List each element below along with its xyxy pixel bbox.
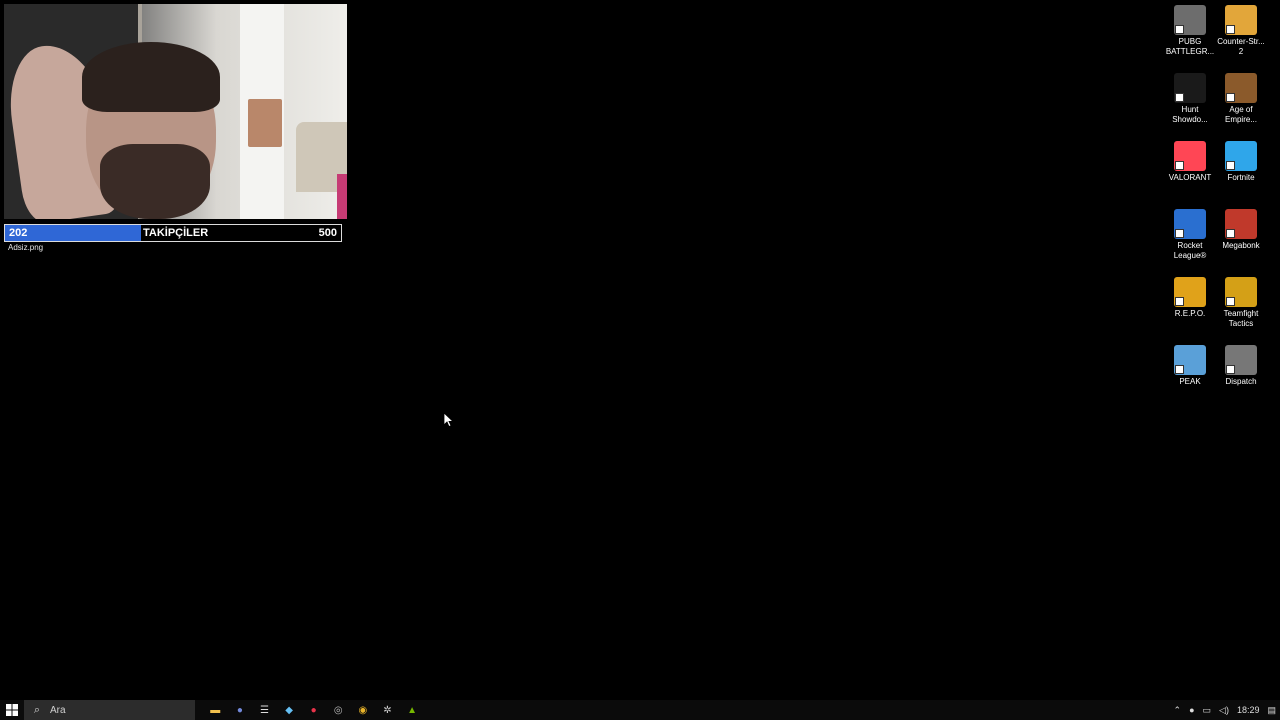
taskbar-clock[interactable]: 18:29 <box>1233 705 1264 715</box>
desktop-icon-age-of-empires[interactable]: Age of Empire... <box>1215 73 1267 125</box>
peak-icon <box>1174 345 1206 375</box>
counter-strike-icon <box>1225 5 1257 35</box>
desktop-icon-label: Counter-Str... 2 <box>1217 37 1265 56</box>
webcam-person-hair <box>82 42 220 112</box>
shortcut-arrow-icon <box>1226 297 1235 306</box>
shortcut-arrow-icon <box>1175 93 1184 102</box>
teamfight-tactics-icon <box>1225 277 1257 307</box>
webcam-pillow <box>337 174 347 219</box>
desktop-icon-label: Megabonk <box>1222 241 1260 250</box>
dispatch-icon <box>1225 345 1257 375</box>
taskbar-pinned-apps: ▬ ● ☰ ◆ ● ◎ ◉ ✲ ▲ <box>203 700 424 720</box>
taskbar-search-box[interactable]: ⌕ Ara <box>24 700 195 720</box>
system-tray: ⌃ ● ▭ ◁) 18:29 ▤ <box>1170 700 1280 720</box>
desktop-icon-label: VALORANT <box>1168 173 1212 182</box>
desktop-icon-label: PEAK <box>1179 377 1201 386</box>
fortnite-icon <box>1225 141 1257 171</box>
start-button[interactable] <box>0 700 24 720</box>
search-placeholder: Ara <box>50 704 66 716</box>
shortcut-arrow-icon <box>1226 365 1235 374</box>
follower-current-count: 202 <box>9 227 28 239</box>
file-explorer-icon[interactable]: ▬ <box>203 700 228 720</box>
rocket-league-icon <box>1174 209 1206 239</box>
shortcut-arrow-icon <box>1226 161 1235 170</box>
desktop-icon-label: Rocket League® <box>1173 241 1207 260</box>
shortcut-arrow-icon <box>1175 297 1184 306</box>
desktop-icon-valorant[interactable]: VALORANT <box>1164 141 1216 183</box>
chevron-up-icon[interactable]: ⌃ <box>1170 705 1186 716</box>
desktop-icon-label: R.E.P.O. <box>1174 309 1206 318</box>
discord-icon[interactable]: ● <box>228 700 253 720</box>
desktop-icon-teamfight-tactics[interactable]: Teamfight Tactics <box>1215 277 1267 329</box>
desktop-icon-rocket-league[interactable]: Rocket League® <box>1164 209 1216 261</box>
search-icon: ⌕ <box>33 703 41 716</box>
chrome-icon[interactable]: ◉ <box>351 700 376 720</box>
desktop-icon-fortnite[interactable]: Fortnite <box>1215 141 1267 183</box>
follower-goal-count: 500 <box>318 227 337 239</box>
desktop-icon-label: Age of Empire... <box>1224 105 1257 124</box>
valorant-icon <box>1174 141 1206 171</box>
network-icon[interactable]: ▭ <box>1199 705 1216 716</box>
desktop-icon-repo[interactable]: R.E.P.O. <box>1164 277 1216 319</box>
desktop-icon-label: Hunt Showdo... <box>1172 105 1208 124</box>
volume-icon[interactable]: ◁) <box>1215 705 1233 716</box>
follower-goal-bar: 202 TAKİPÇİLER 500 <box>4 224 342 242</box>
shortcut-arrow-icon <box>1175 25 1184 34</box>
shortcut-arrow-icon <box>1175 229 1184 238</box>
microphone-icon[interactable]: ● <box>1185 705 1198 715</box>
desktop-icon-pubg[interactable]: PUBG BATTLEGR... <box>1164 5 1216 57</box>
shortcut-arrow-icon <box>1175 161 1184 170</box>
webcam-overlay <box>4 4 347 219</box>
epic-games-icon[interactable]: ☰ <box>252 700 277 720</box>
pubg-icon <box>1174 5 1206 35</box>
desktop-icon-counter-strike[interactable]: Counter-Str... 2 <box>1215 5 1267 57</box>
repo-icon <box>1174 277 1206 307</box>
desktop-icon-label: Fortnite <box>1227 173 1255 182</box>
desktop-icon-megabonk[interactable]: Megabonk <box>1215 209 1267 251</box>
desktop-icon-peak[interactable]: PEAK <box>1164 345 1216 387</box>
shortcut-arrow-icon <box>1226 93 1235 102</box>
shortcut-arrow-icon <box>1226 25 1235 34</box>
taskbar: ⌕ Ara ▬ ● ☰ ◆ ● ◎ ◉ ✲ ▲ ⌃ ● ▭ ◁) 18:29 ▤ <box>0 700 1280 720</box>
follower-label: TAKİPÇİLER <box>143 227 209 239</box>
settings-icon[interactable]: ✲ <box>375 700 400 720</box>
desktop-icon-label: Teamfight Tactics <box>1223 309 1259 328</box>
desktop-icon-label: PUBG BATTLEGR... <box>1165 37 1215 56</box>
shortcut-arrow-icon <box>1226 229 1235 238</box>
webcam-cabinet <box>248 99 282 147</box>
desktop-icon-hunt-showdown[interactable]: Hunt Showdo... <box>1164 73 1216 125</box>
desktop-file-label[interactable]: Adsiz.png <box>8 243 43 252</box>
notification-icon[interactable]: ▤ <box>1263 705 1280 716</box>
hunt-showdown-icon <box>1174 73 1206 103</box>
megabonk-icon <box>1225 209 1257 239</box>
shortcut-arrow-icon <box>1175 365 1184 374</box>
steam-icon[interactable]: ◆ <box>277 700 302 720</box>
windows-icon <box>6 704 18 716</box>
desktop-icon-label: Dispatch <box>1225 377 1257 386</box>
record-icon[interactable]: ● <box>301 700 326 720</box>
desktop-icon-dispatch[interactable]: Dispatch <box>1215 345 1267 387</box>
webcam-person-beard <box>100 144 210 219</box>
nvidia-icon[interactable]: ▲ <box>400 700 425 720</box>
obs-icon[interactable]: ◎ <box>326 700 351 720</box>
age-of-empires-icon <box>1225 73 1257 103</box>
